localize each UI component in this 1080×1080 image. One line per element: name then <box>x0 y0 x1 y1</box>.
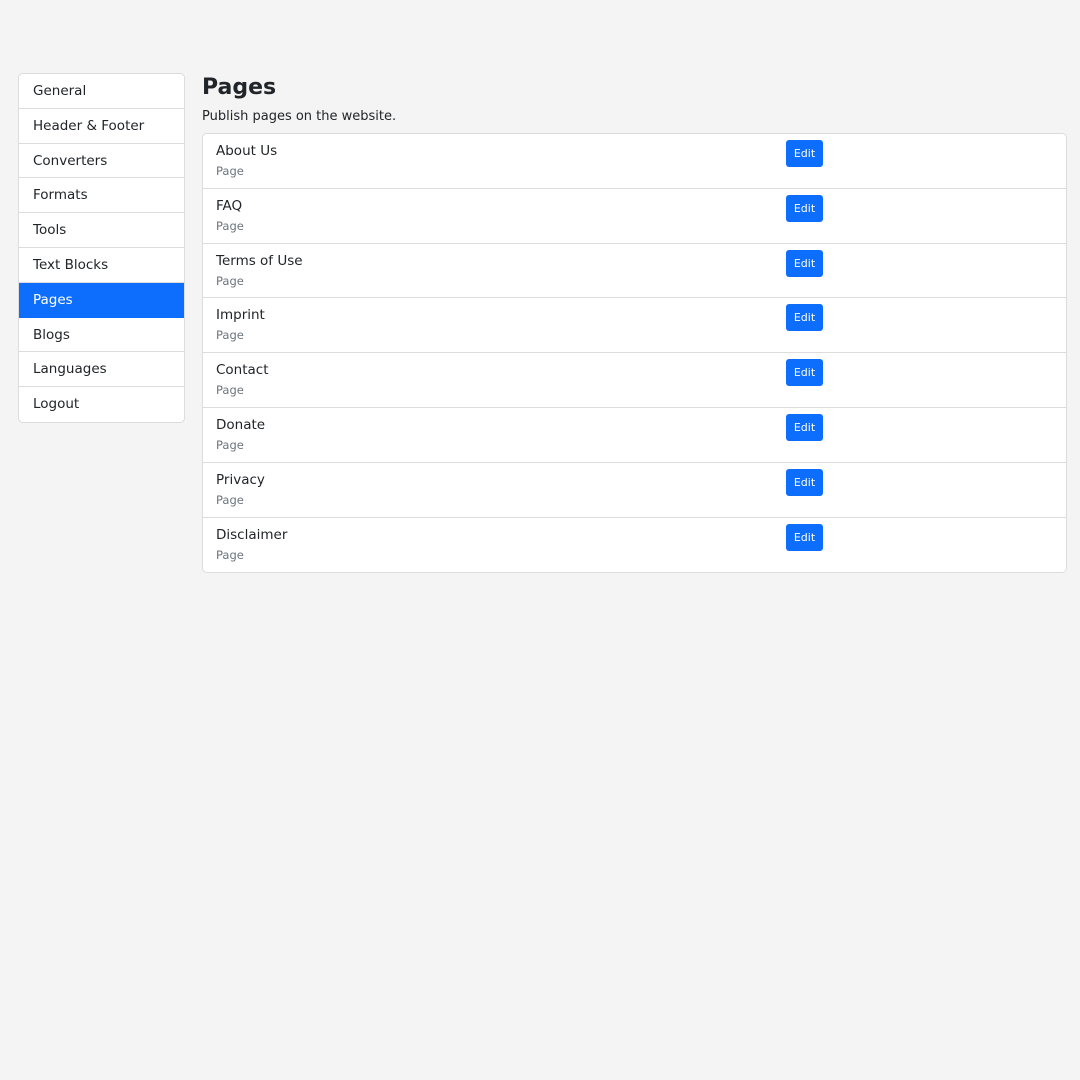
page-type: Page <box>216 328 244 343</box>
sidebar-item-pages[interactable]: Pages <box>19 282 184 318</box>
list-item: Imprint Page Edit <box>203 298 1066 354</box>
edit-button[interactable]: Edit <box>786 359 823 387</box>
page-name: Privacy <box>216 471 265 488</box>
sidebar-item-converters[interactable]: Converters <box>19 144 184 179</box>
page-title: Pages <box>202 75 277 100</box>
sidebar-item-languages[interactable]: Languages <box>19 352 184 388</box>
edit-button[interactable]: Edit <box>786 194 823 222</box>
sidebar-item-general[interactable]: General <box>19 74 184 109</box>
edit-button[interactable]: Edit <box>786 249 823 277</box>
page-type: Page <box>216 492 244 507</box>
page-type: Page <box>216 218 244 233</box>
page-name: Disclaimer <box>216 526 288 543</box>
sidebar-item-text-blocks[interactable]: Text Blocks <box>19 248 184 283</box>
list-item: Terms of Use Page Edit <box>203 244 1066 299</box>
list-item: FAQ Page Edit <box>203 189 1066 244</box>
page-type: Page <box>216 437 244 452</box>
page-name: FAQ <box>216 197 243 214</box>
page-name: Imprint <box>216 307 265 324</box>
page-type: Page <box>216 164 244 178</box>
list-item: Donate Page Edit <box>203 408 1066 463</box>
list-item: About Us Page Edit <box>203 134 1066 189</box>
page-name: About Us <box>216 143 278 159</box>
sidebar-item-formats[interactable]: Formats <box>19 178 184 214</box>
list-item: Disclaimer Page Edit <box>203 518 1066 573</box>
sidebar-item-tools[interactable]: Tools <box>19 213 184 248</box>
page-type: Page <box>216 383 244 398</box>
sidebar-nav: General Header & Footer Converters Forma… <box>18 73 185 423</box>
page-name: Contact <box>216 362 269 379</box>
sidebar-item-blogs[interactable]: Blogs <box>19 318 184 353</box>
edit-button[interactable]: Edit <box>786 140 823 167</box>
page-subtitle: Publish pages on the website. <box>202 109 397 124</box>
page-name: Donate <box>216 416 266 433</box>
edit-button[interactable]: Edit <box>786 304 823 332</box>
pages-list: About Us Page Edit FAQ Page Edit Terms o… <box>202 133 1067 574</box>
main-content: Pages Publish pages on the website. Abou… <box>202 73 1067 574</box>
list-item: Privacy Page Edit <box>203 463 1066 518</box>
sidebar-item-logout[interactable]: Logout <box>19 387 184 422</box>
edit-button[interactable]: Edit <box>786 413 823 441</box>
page-type: Page <box>216 273 244 288</box>
sidebar-item-header-footer[interactable]: Header & Footer <box>19 109 184 144</box>
page-name: Terms of Use <box>216 252 303 269</box>
list-item: Contact Page Edit <box>203 353 1066 408</box>
edit-button[interactable]: Edit <box>786 468 823 496</box>
page-type: Page <box>216 547 244 562</box>
edit-button[interactable]: Edit <box>786 523 823 551</box>
